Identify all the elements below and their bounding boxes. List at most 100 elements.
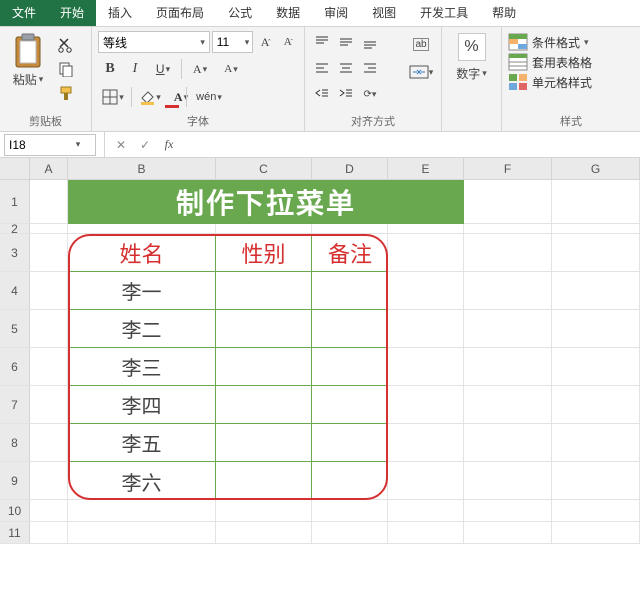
- font-grow-a-button[interactable]: A▾: [185, 57, 215, 81]
- table-cell[interactable]: [216, 462, 312, 500]
- cell-styles-button[interactable]: 单元格样式: [508, 73, 592, 91]
- table-cell[interactable]: [216, 272, 312, 310]
- table-cell[interactable]: [312, 386, 388, 424]
- row-header[interactable]: 7: [0, 386, 30, 423]
- row-header[interactable]: 11: [0, 522, 30, 543]
- align-right-button[interactable]: [359, 57, 381, 79]
- align-middle-button[interactable]: [335, 31, 357, 53]
- tab-data[interactable]: 数据: [264, 0, 312, 26]
- table-cell[interactable]: 李一: [68, 272, 216, 310]
- format-painter-button[interactable]: [56, 83, 76, 103]
- bold-button[interactable]: B: [98, 57, 122, 81]
- col-header[interactable]: F: [464, 158, 552, 179]
- table-cell[interactable]: 李五: [68, 424, 216, 462]
- tab-help[interactable]: 帮助: [480, 0, 528, 26]
- row-header[interactable]: 8: [0, 424, 30, 461]
- group-clipboard: 粘贴 ▾ 剪贴板: [0, 27, 92, 131]
- table-cell[interactable]: 李三: [68, 348, 216, 386]
- table-cell[interactable]: [216, 424, 312, 462]
- align-top-button[interactable]: [311, 31, 333, 53]
- col-header[interactable]: D: [312, 158, 388, 179]
- table-cell[interactable]: 李二: [68, 310, 216, 348]
- align-bottom-button[interactable]: [359, 31, 381, 53]
- underline-button[interactable]: U▾: [148, 57, 178, 81]
- chevron-down-icon[interactable]: ▾: [71, 139, 85, 150]
- format-as-table-button[interactable]: 套用表格格: [508, 53, 592, 71]
- font-size-input[interactable]: [213, 35, 242, 49]
- table-cell[interactable]: [216, 348, 312, 386]
- border-button[interactable]: ▾: [98, 85, 128, 109]
- col-header[interactable]: E: [388, 158, 464, 179]
- select-all-corner[interactable]: [0, 158, 30, 179]
- cancel-formula-button[interactable]: ✕: [109, 134, 133, 156]
- group-label-clipboard: 剪贴板: [6, 113, 85, 129]
- insert-function-button[interactable]: fx: [157, 134, 181, 156]
- table-cell[interactable]: [312, 424, 388, 462]
- increase-indent-button[interactable]: [335, 83, 357, 105]
- table-header-gender[interactable]: 性别: [216, 234, 312, 272]
- row-header[interactable]: 2: [0, 224, 30, 233]
- tab-layout[interactable]: 页面布局: [144, 0, 216, 26]
- table-cell[interactable]: [312, 348, 388, 386]
- table-cell[interactable]: [312, 462, 388, 500]
- font-name-input[interactable]: [99, 35, 196, 49]
- table-header-name[interactable]: 姓名: [68, 234, 216, 272]
- row-header[interactable]: 5: [0, 310, 30, 347]
- table-cell[interactable]: [312, 310, 388, 348]
- tab-insert[interactable]: 插入: [96, 0, 144, 26]
- fill-color-button[interactable]: ▾: [135, 85, 165, 109]
- merge-icon: [409, 65, 429, 79]
- phonetic-guide-button[interactable]: wén▾: [194, 85, 224, 109]
- align-center-button[interactable]: [335, 57, 357, 79]
- font-shrink-a-button[interactable]: A▾: [216, 57, 246, 81]
- group-label-number: [448, 117, 495, 129]
- chevron-down-icon: ▾: [39, 74, 44, 85]
- merged-title-cell[interactable]: 制作下拉菜单: [68, 180, 464, 224]
- font-size-combo[interactable]: ▾: [212, 31, 253, 53]
- worksheet[interactable]: A B C D E F G 1 2 3 4 5 6 7 8 9 10 11 制作…: [0, 158, 640, 544]
- x-icon: ✕: [116, 138, 126, 152]
- col-header[interactable]: C: [216, 158, 312, 179]
- copy-button[interactable]: [56, 59, 76, 79]
- orientation-button[interactable]: ⟳▾: [359, 83, 381, 105]
- col-header[interactable]: G: [552, 158, 640, 179]
- col-header[interactable]: A: [30, 158, 68, 179]
- chevron-down-icon[interactable]: ▾: [196, 37, 208, 48]
- table-cell[interactable]: [216, 386, 312, 424]
- increase-font-button[interactable]: Â: [255, 31, 276, 53]
- decrease-font-button[interactable]: Ǎ: [277, 31, 298, 53]
- tab-home[interactable]: 开始: [48, 0, 96, 26]
- table-cell[interactable]: [216, 310, 312, 348]
- table-cell[interactable]: [312, 272, 388, 310]
- col-header[interactable]: B: [68, 158, 216, 179]
- tab-formula[interactable]: 公式: [216, 0, 264, 26]
- name-box[interactable]: ▾: [4, 134, 96, 156]
- decrease-indent-button[interactable]: [311, 83, 333, 105]
- tab-view[interactable]: 视图: [360, 0, 408, 26]
- font-name-combo[interactable]: ▾: [98, 31, 210, 53]
- name-box-input[interactable]: [5, 138, 71, 152]
- table-header-note[interactable]: 备注: [312, 234, 388, 272]
- align-left-button[interactable]: [311, 57, 333, 79]
- row-header[interactable]: 9: [0, 462, 30, 499]
- paste-button[interactable]: 粘贴 ▾: [6, 31, 50, 88]
- tab-dev[interactable]: 开发工具: [408, 0, 480, 26]
- formula-input[interactable]: [181, 134, 640, 156]
- enter-formula-button[interactable]: ✓: [133, 134, 157, 156]
- row-header[interactable]: 1: [0, 180, 30, 223]
- table-cell[interactable]: 李六: [68, 462, 216, 500]
- row-header[interactable]: 4: [0, 272, 30, 309]
- conditional-format-button[interactable]: 条件格式▾: [508, 33, 592, 51]
- italic-button[interactable]: I: [123, 57, 147, 81]
- chevron-down-icon[interactable]: ▾: [242, 37, 252, 48]
- cut-button[interactable]: [56, 35, 76, 55]
- wrap-text-button[interactable]: ab: [407, 33, 435, 55]
- table-cell[interactable]: 李四: [68, 386, 216, 424]
- merge-center-button[interactable]: ▾: [407, 61, 435, 83]
- row-header[interactable]: 10: [0, 500, 30, 521]
- tab-review[interactable]: 审阅: [312, 0, 360, 26]
- row-header[interactable]: 3: [0, 234, 30, 271]
- number-format-button[interactable]: % 数字▾: [450, 33, 494, 82]
- tab-file[interactable]: 文件: [0, 0, 48, 26]
- row-header[interactable]: 6: [0, 348, 30, 385]
